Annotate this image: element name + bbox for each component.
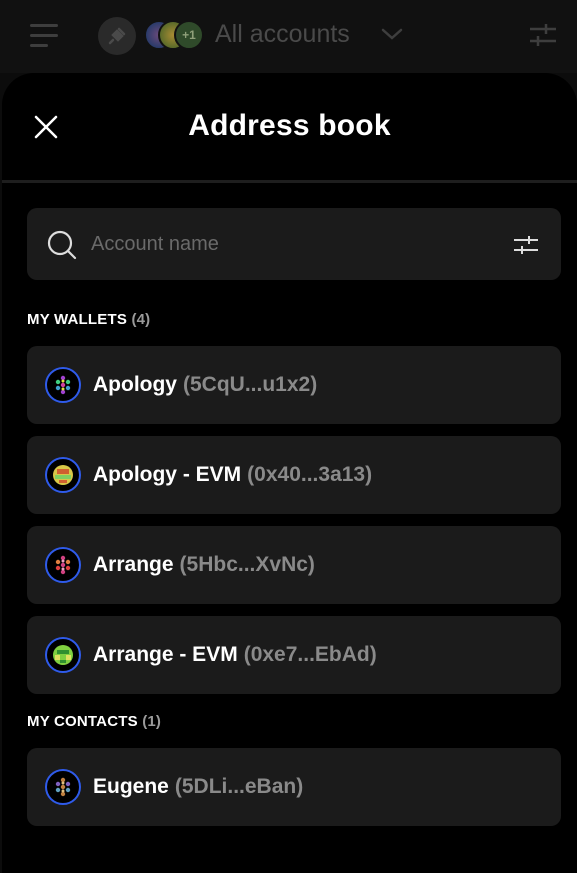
section-count: (4) [131,311,151,328]
top-bar: +1 All accounts [0,0,577,73]
identicon-icon [53,465,73,485]
wallet-item[interactable]: Apology - EVM (0x40...3a13) [27,436,561,514]
wallet-item[interactable]: Arrange - EVM (0xe7...EbAd) [27,616,561,694]
contact-name: Eugene [93,775,169,798]
wallet-address: (0xe7...EbAd) [243,643,377,666]
connect-plug-button[interactable] [98,17,136,55]
modal-title: Address book [188,109,391,142]
contact-address: (5DLi...eBan) [174,775,304,798]
section-count: (1) [142,713,162,730]
wallet-address: (0x40...3a13) [247,463,373,486]
menu-icon[interactable] [30,24,58,47]
wallet-name: Arrange - EVM [93,643,238,666]
search-input[interactable] [91,226,491,262]
account-avatars[interactable]: +1 [144,20,206,52]
avatar [45,637,81,673]
section-label: MY WALLETS [27,311,128,328]
section-title-my-wallets: MY WALLETS (4) [27,311,150,328]
avatar [45,769,81,805]
search-icon [47,230,77,260]
section-title-my-contacts: MY CONTACTS (1) [27,713,161,730]
account-selector-label[interactable]: All accounts [215,20,350,49]
plug-icon [108,27,126,45]
avatar [45,367,81,403]
settings-sliders-icon[interactable] [528,22,558,48]
wallet-address: (5CqU...u1x2) [183,373,318,396]
wallet-name: Apology [93,373,177,396]
modal-header: Address book [2,73,577,183]
avatar-more-badge: +1 [174,20,204,50]
wallet-item[interactable]: Apology (5CqU...u1x2) [27,346,561,424]
wallet-address: (5Hbc...XvNc) [179,553,315,576]
address-book-modal: Address book MY WALLETS (4) Apology (5Cq… [2,73,577,873]
chevron-down-icon[interactable] [380,26,404,42]
wallet-name: Arrange [93,553,174,576]
avatar [45,547,81,583]
identicon-icon [55,777,71,797]
identicon-icon [55,555,71,575]
identicon-icon [53,645,73,665]
avatar [45,457,81,493]
search-box[interactable] [27,208,561,280]
contact-item[interactable]: Eugene (5DLi...eBan) [27,748,561,826]
wallet-name: Apology - EVM [93,463,242,486]
identicon-icon [55,375,71,395]
wallet-item[interactable]: Arrange (5Hbc...XvNc) [27,526,561,604]
filter-sliders-icon[interactable] [513,234,539,256]
section-label: MY CONTACTS [27,713,138,730]
